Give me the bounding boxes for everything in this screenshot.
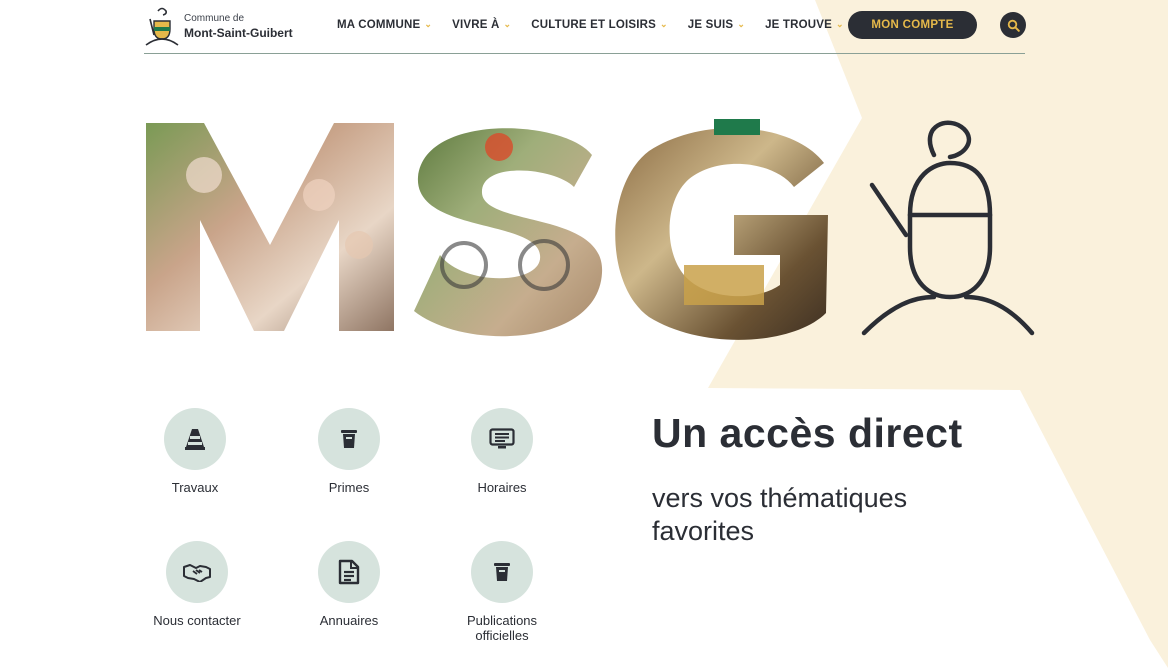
traffic-cone-icon xyxy=(185,429,205,450)
tile-icon-circle xyxy=(318,541,380,603)
site-header: Commune de Mont-Saint-Guibert MA COMMUNE… xyxy=(144,0,1026,54)
my-account-button[interactable]: MON COMPTE xyxy=(848,11,977,39)
tile-label: Primes xyxy=(328,480,370,495)
hero-msg-graphic xyxy=(146,119,1035,340)
nav-item-je-suis[interactable]: JE SUIS ⌄ xyxy=(688,14,765,36)
main-nav: MA COMMUNE ⌄ VIVRE À ⌄ CULTURE ET LOISIRS ⌄… xyxy=(337,14,864,36)
handshake-icon xyxy=(183,564,211,582)
hero-figure-outline xyxy=(861,120,1035,336)
nav-item-vivre-a[interactable]: VIVRE À ⌄ xyxy=(452,14,531,36)
nav-item-culture-et-loisirs[interactable]: CULTURE ET LOISIRS ⌄ xyxy=(531,14,688,36)
tile-horaires[interactable]: Horaires xyxy=(450,408,554,495)
tile-primes[interactable]: Primes xyxy=(297,408,401,495)
tile-icon-circle xyxy=(166,541,228,603)
chevron-down-icon: ⌄ xyxy=(737,18,746,29)
site-logo[interactable]: Commune de Mont-Saint-Guibert xyxy=(144,4,304,48)
chevron-down-icon: ⌄ xyxy=(836,18,844,29)
search-icon xyxy=(1007,19,1020,32)
coat-of-arms-icon xyxy=(145,7,179,46)
tile-label: Publications officielles xyxy=(466,613,538,643)
hero-letter-g xyxy=(615,119,828,340)
logo-name: Mont-Saint-Guibert xyxy=(184,25,293,40)
nav-label: JE SUIS xyxy=(687,19,734,31)
tile-icon-circle xyxy=(164,408,226,470)
search-button[interactable] xyxy=(1000,12,1026,38)
nav-label: MA COMMUNE xyxy=(337,19,421,31)
logo-prefix: Commune de xyxy=(184,12,245,24)
section-subtitle: vers vos thématiques favorites xyxy=(652,483,908,546)
hero-letter-s xyxy=(414,128,603,337)
tile-label: Nous contacter xyxy=(153,613,241,628)
tile-label: Annuaires xyxy=(319,613,379,628)
tile-icon-circle xyxy=(318,408,380,470)
tile-label: Horaires xyxy=(477,480,527,495)
nav-label: CULTURE ET LOISIRS xyxy=(531,19,657,31)
tile-publications-officielles[interactable]: Publications officielles xyxy=(450,541,554,643)
hero-letter-m xyxy=(146,123,394,331)
chevron-down-icon: ⌄ xyxy=(503,18,512,29)
document-icon xyxy=(338,559,360,585)
chevron-down-icon: ⌄ xyxy=(424,18,433,29)
tile-icon-circle xyxy=(471,541,533,603)
tile-nous-contacter[interactable]: Nous contacter xyxy=(145,541,249,628)
trash-bin-icon xyxy=(341,430,357,448)
nav-item-ma-commune[interactable]: MA COMMUNE ⌄ xyxy=(337,14,452,36)
nav-label: VIVRE À xyxy=(452,19,500,31)
nav-label: JE TROUVE xyxy=(765,19,833,31)
section-title: Un accès direct xyxy=(652,410,963,456)
chevron-down-icon: ⌄ xyxy=(660,18,668,29)
tile-annuaires[interactable]: Annuaires xyxy=(297,541,401,628)
tile-travaux[interactable]: Travaux xyxy=(143,408,247,495)
tile-label: Travaux xyxy=(171,480,219,495)
trash-bin-icon xyxy=(494,563,510,581)
quick-access-grid: Travaux Primes Horaires Nous contacter A… xyxy=(143,408,563,658)
tile-icon-circle xyxy=(471,408,533,470)
monitor-list-icon xyxy=(489,428,515,449)
